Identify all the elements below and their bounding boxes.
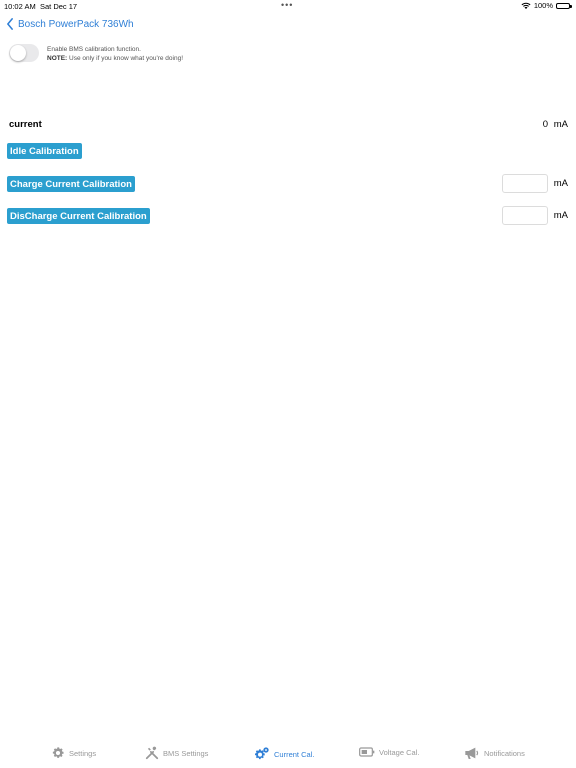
tab-label: Settings: [69, 748, 97, 758]
charge-unit: mA: [553, 178, 568, 189]
tab-label: Voltage Cal.: [379, 747, 420, 757]
current-label: current: [9, 119, 42, 130]
battery-percent: 100%: [533, 1, 553, 10]
status-bar: 10:02 AM Sat Dec 17 ••• 100%: [0, 0, 576, 14]
status-time: 10:02 AM: [4, 2, 36, 11]
current-value: 0: [542, 119, 548, 130]
megaphone-icon: [465, 747, 479, 759]
note-label: NOTE:: [47, 54, 68, 62]
tab-label: BMS Settings: [163, 748, 209, 758]
battery-icon: [359, 747, 375, 757]
toggle-knob: [10, 45, 26, 61]
bms-toggle-text: Enable BMS calibration function.: [47, 46, 141, 53]
current-calibration-screen: 10:02 AM Sat Dec 17 ••• 100% Bosch Power…: [0, 0, 576, 768]
idle-calibration-button[interactable]: Idle Calibration: [7, 143, 82, 159]
current-unit: mA: [553, 119, 568, 130]
bms-toggle-note: NOTE: Use only if you know what you're d…: [47, 55, 183, 64]
charge-current-calibration-button[interactable]: Charge Current Calibration: [7, 176, 135, 192]
back-label: Bosch PowerPack 736Wh: [18, 18, 134, 30]
tools-icon: [145, 746, 159, 760]
discharge-current-input[interactable]: [502, 206, 548, 225]
tab-notifications[interactable]: Notifications: [464, 746, 525, 760]
tab-voltage-cal[interactable]: Voltage Cal.: [359, 746, 419, 758]
multitasking-dots[interactable]: •••: [281, 0, 293, 10]
discharge-current-calibration-button[interactable]: DisCharge Current Calibration: [7, 208, 150, 224]
tab-current-cal[interactable]: Current Cal.: [254, 746, 314, 762]
bms-toggle-description: Enable BMS calibration function. NOTE: U…: [47, 46, 183, 63]
back-button[interactable]: Bosch PowerPack 736Wh: [6, 18, 134, 30]
note-text: Use only if you know what you're doing!: [67, 54, 184, 62]
wifi-icon: [521, 2, 531, 9]
battery-icon: [556, 2, 572, 9]
status-right: 100%: [521, 1, 572, 10]
discharge-unit: mA: [553, 210, 568, 221]
bms-calibration-toggle[interactable]: [9, 44, 39, 62]
status-date: Sat Dec 17: [40, 2, 78, 11]
tab-label: Current Cal.: [274, 749, 315, 759]
tab-label: Notifications: [484, 748, 525, 758]
charge-current-input[interactable]: [502, 174, 548, 193]
chevron-left-icon: [7, 18, 13, 30]
tab-bms-settings[interactable]: BMS Settings: [145, 746, 208, 760]
gear-icon: [52, 747, 64, 758]
tab-bar: Settings BMS Settings Current Cal. Volta…: [0, 738, 576, 768]
gears-icon: [255, 747, 269, 760]
tab-settings[interactable]: Settings: [51, 746, 96, 760]
